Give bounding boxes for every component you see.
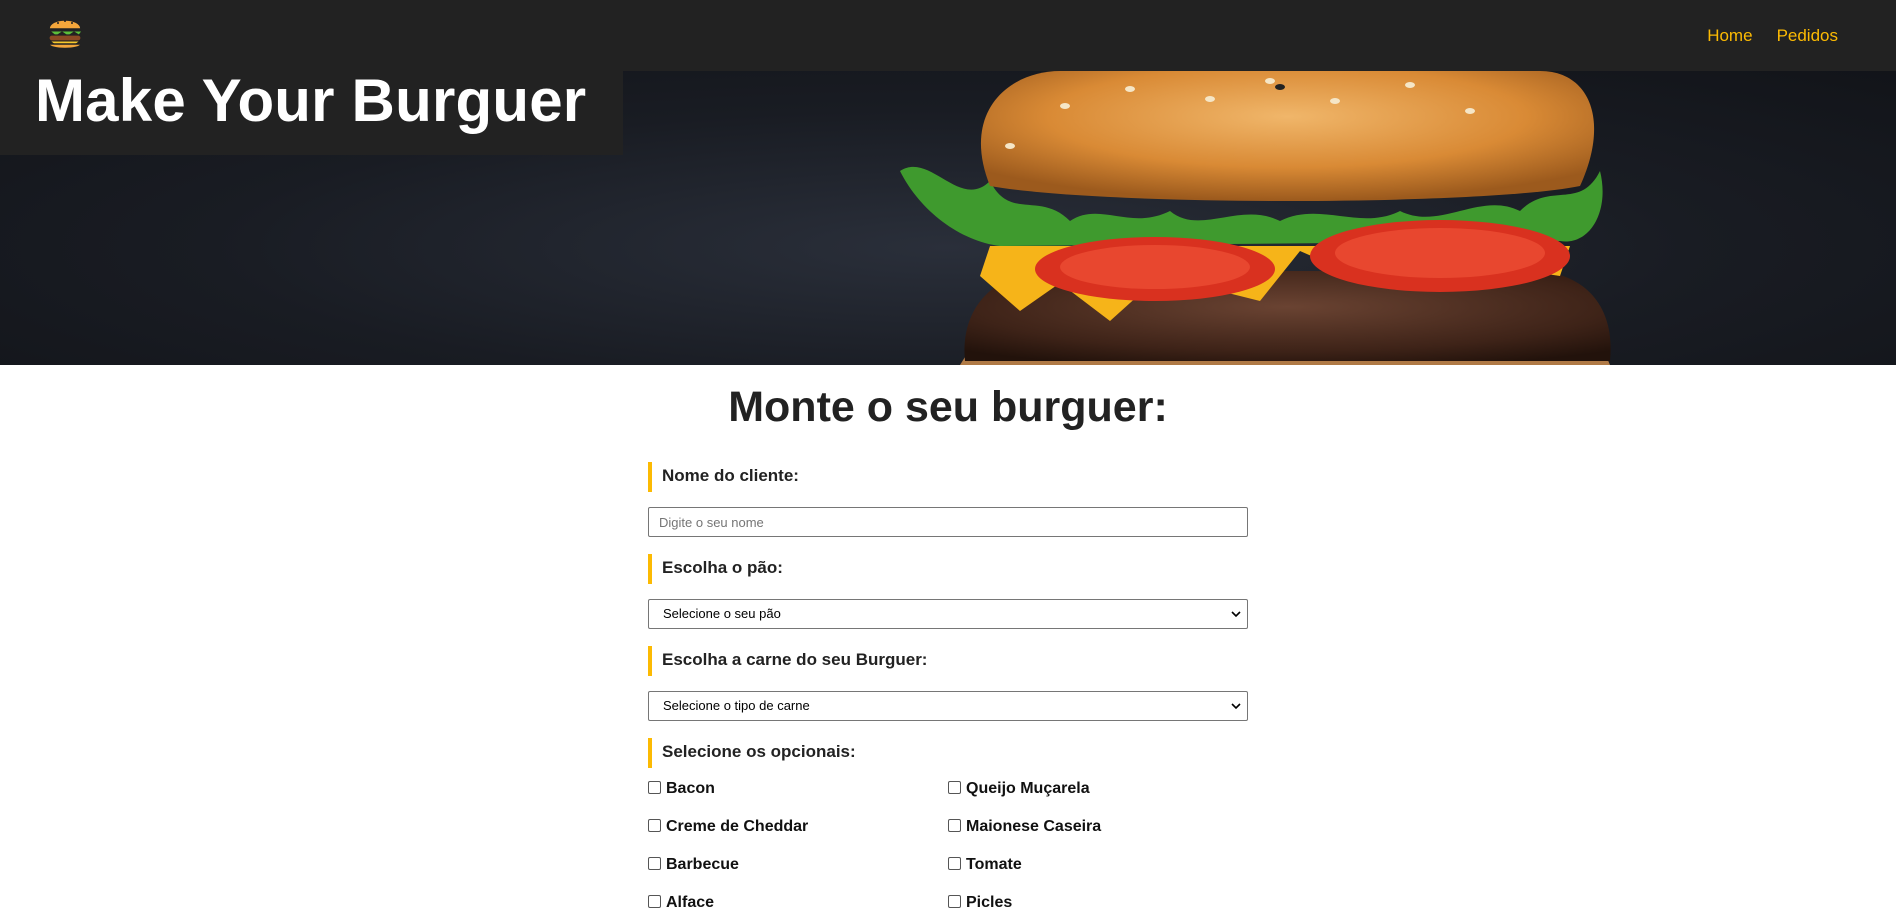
checkbox[interactable]: [648, 818, 661, 832]
optional-label: Bacon: [666, 780, 715, 797]
optionals-label: Selecione os opcionais:: [648, 738, 856, 768]
optional-tomate[interactable]: Tomate: [948, 854, 1022, 876]
chevron-down-icon: [1231, 703, 1241, 710]
optional-label: Picles: [966, 894, 1013, 911]
hero-banner: Make Your Burguer: [0, 71, 1896, 365]
optional-creme-de-cheddar[interactable]: Creme de Cheddar: [648, 816, 808, 838]
optional-label: Alface: [666, 894, 715, 911]
name-label: Nome do cliente:: [648, 462, 799, 492]
checkbox[interactable]: [648, 780, 661, 794]
optional-picles[interactable]: Picles: [948, 892, 1012, 914]
page-title: Monte o seu burguer:: [728, 383, 1168, 431]
hero-title: Make Your Burguer: [35, 71, 587, 134]
optional-label: Barbecue: [666, 856, 739, 873]
checkbox[interactable]: [948, 818, 961, 832]
meat-select[interactable]: Selecione o tipo de carne: [648, 691, 1248, 721]
checkbox[interactable]: [948, 856, 961, 870]
optional-maionese-caseira[interactable]: Maionese Caseira: [948, 816, 1101, 838]
optional-bacon[interactable]: Bacon: [648, 778, 715, 800]
bread-select-value: Selecione o seu pão: [663, 606, 781, 621]
optional-label: Queijo Muçarela: [966, 780, 1090, 797]
bread-select[interactable]: Selecione o seu pão: [648, 599, 1248, 629]
checkbox[interactable]: [948, 780, 961, 794]
name-input[interactable]: [648, 507, 1248, 537]
burger-logo-icon[interactable]: [46, 12, 84, 52]
checkbox[interactable]: [648, 856, 661, 870]
nav-link-pedidos[interactable]: Pedidos: [1777, 26, 1838, 46]
optional-alface[interactable]: Alface: [648, 892, 714, 914]
bread-label: Escolha o pão:: [648, 554, 783, 584]
nav-link-home[interactable]: Home: [1707, 26, 1752, 46]
optional-queijo-mucarela[interactable]: Queijo Muçarela: [948, 778, 1090, 800]
checkbox[interactable]: [948, 894, 961, 908]
optional-label: Maionese Caseira: [966, 818, 1102, 835]
optional-label: Tomate: [966, 856, 1022, 873]
chevron-down-icon: [1231, 611, 1241, 618]
checkbox[interactable]: [648, 894, 661, 908]
navbar: Home Pedidos: [0, 0, 1896, 71]
optional-barbecue[interactable]: Barbecue: [648, 854, 739, 876]
hero-title-box: Make Your Burguer: [0, 71, 623, 155]
nav-links: Home Pedidos: [1707, 0, 1838, 71]
meat-select-value: Selecione o tipo de carne: [663, 698, 810, 713]
optional-label: Creme de Cheddar: [666, 818, 809, 835]
meat-label: Escolha a carne do seu Burguer:: [648, 646, 927, 676]
